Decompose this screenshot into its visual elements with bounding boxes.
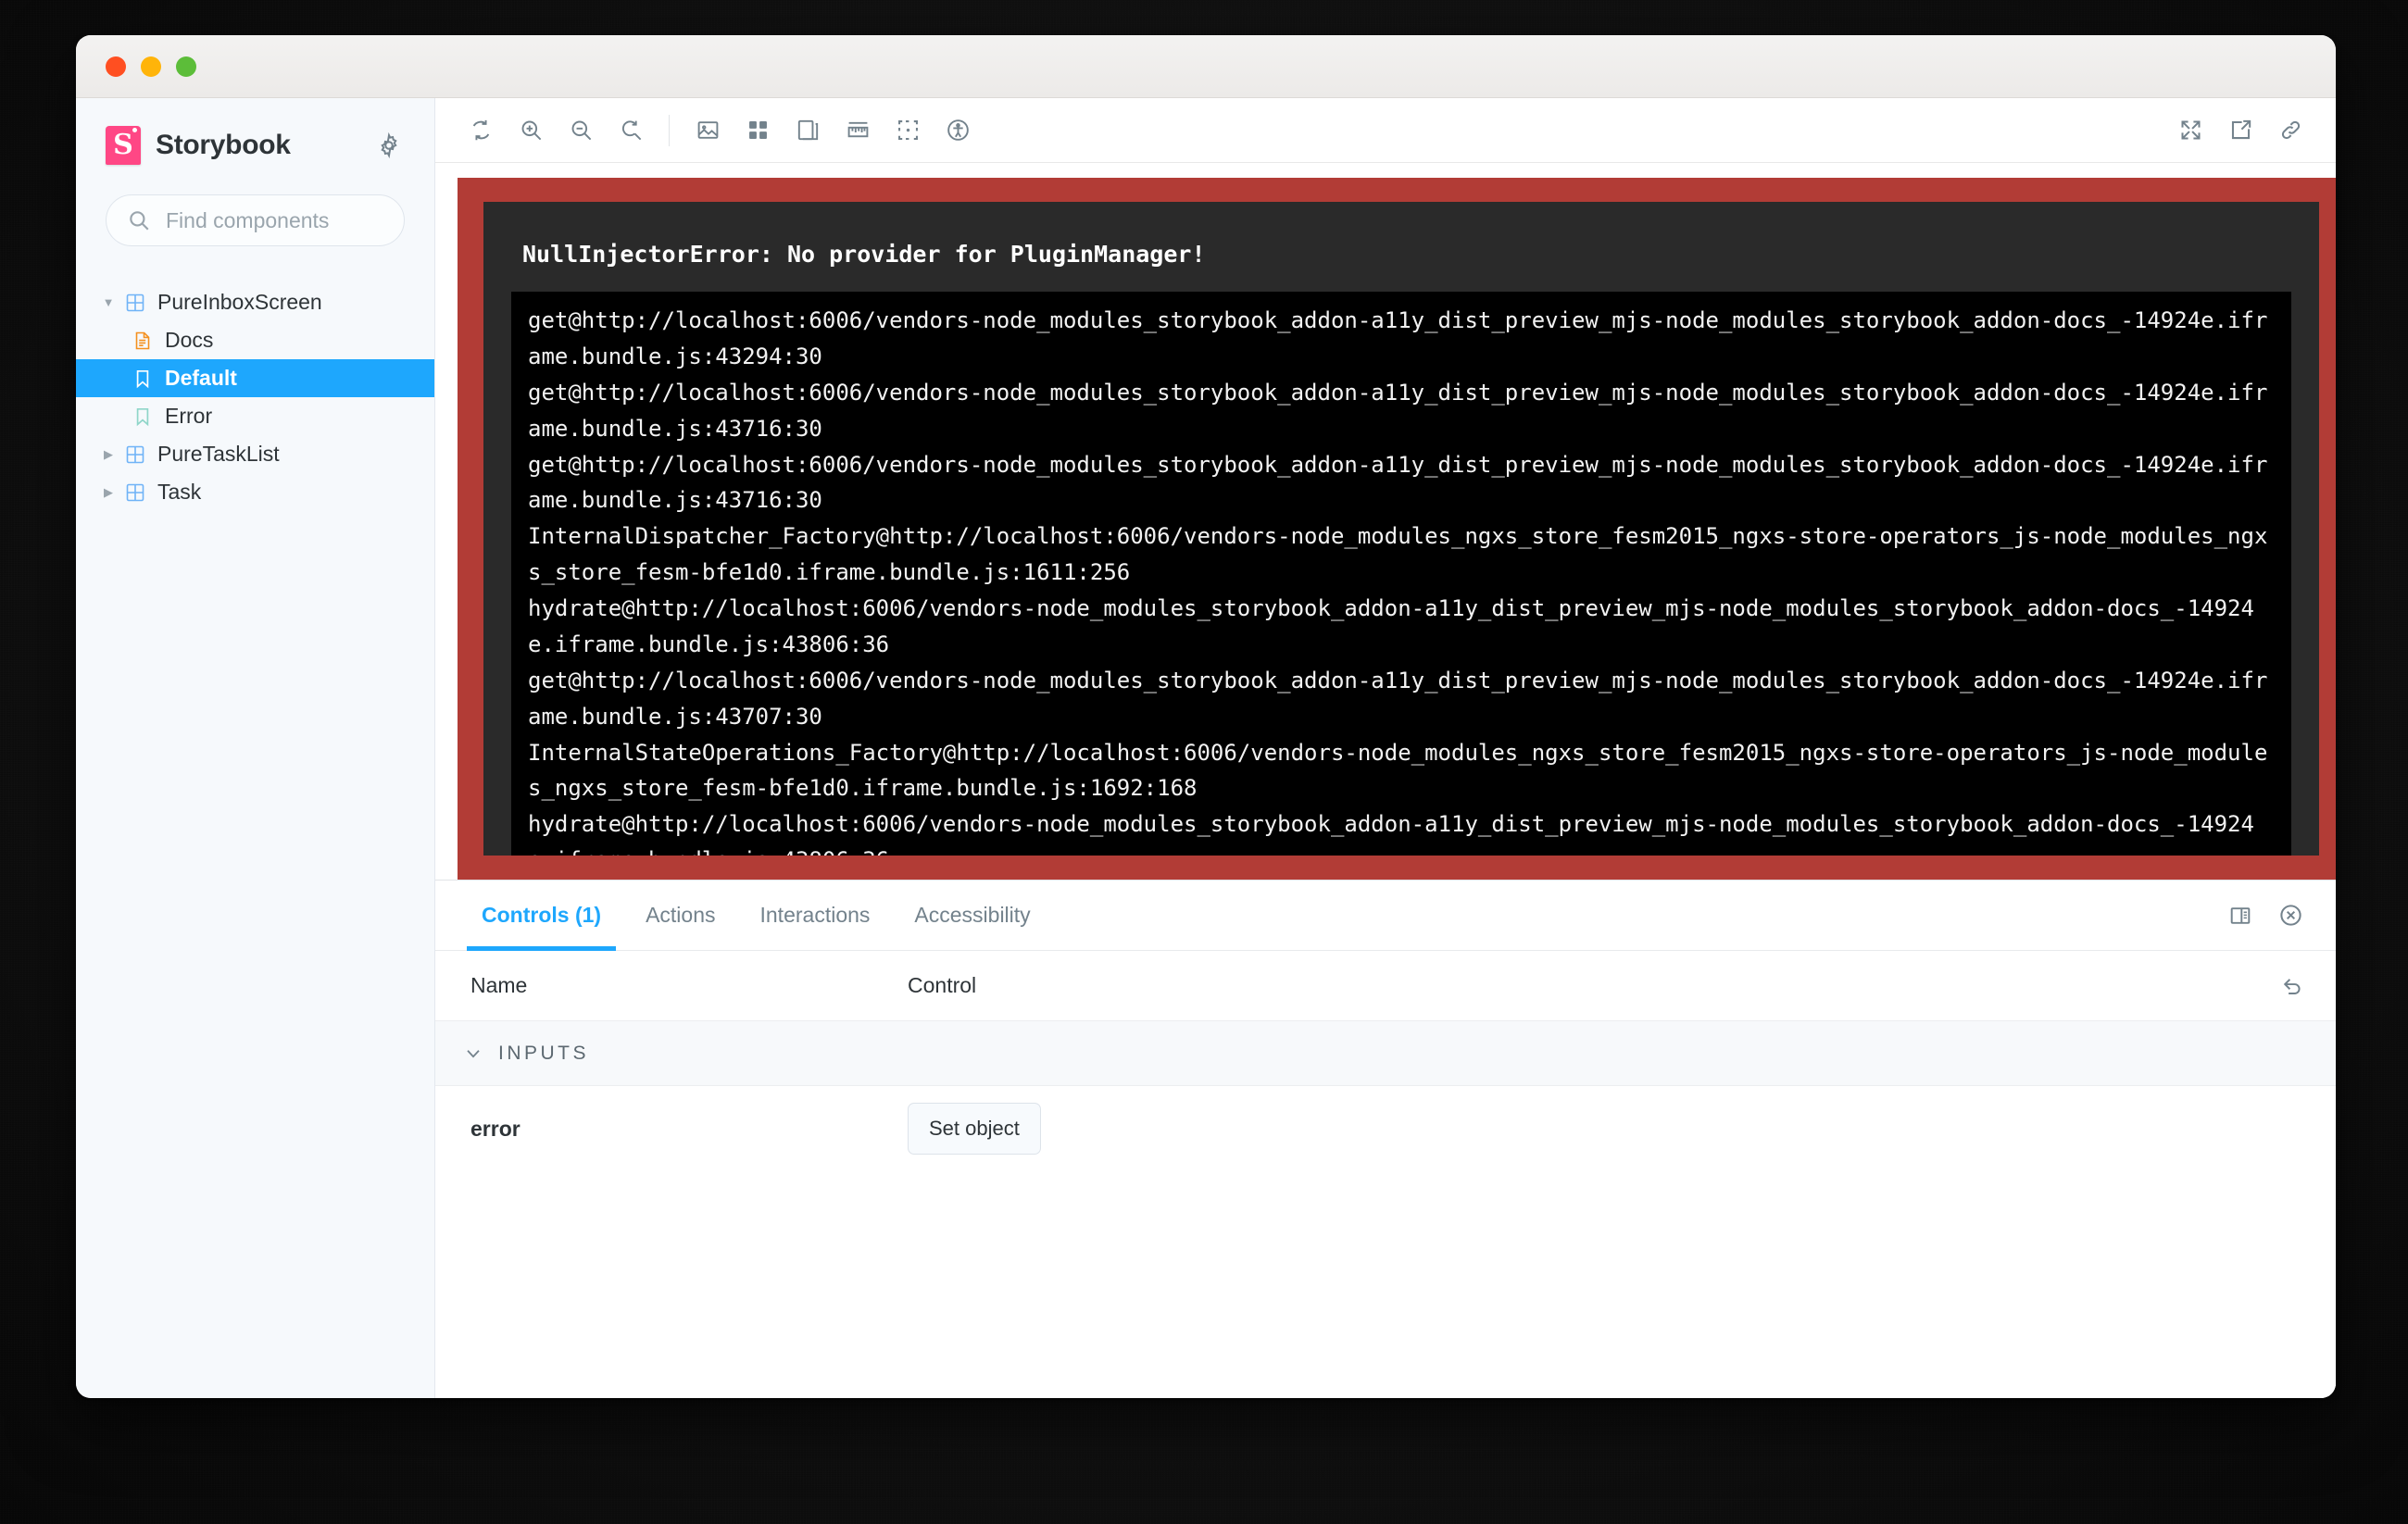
sidebar-item-label: Task [157, 480, 202, 504]
tabs-spacer [1053, 881, 2215, 950]
copy-link-icon[interactable] [2265, 106, 2315, 156]
error-stack-trace: get@http://localhost:6006/vendors-node_m… [511, 292, 2291, 856]
component-grid-icon [120, 481, 150, 504]
addons-panel: Controls (1) Actions Interactions Accessibi… [435, 880, 2336, 1398]
sidebar-item-label: PureInboxScreen [157, 290, 322, 314]
open-new-tab-icon[interactable] [2215, 106, 2265, 156]
outline-icon[interactable] [883, 106, 933, 156]
error-title: NullInjectorError: No provider for Plugi… [522, 241, 1206, 268]
viewport-icon[interactable] [783, 106, 833, 156]
controls-group-inputs[interactable]: INPUTS [435, 1021, 2336, 1086]
sidebar-item-pureinboxscreen[interactable]: ▼ PureInboxScreen [76, 283, 434, 321]
sidebar-item-docs[interactable]: Docs [76, 321, 434, 359]
close-panel-icon[interactable] [2265, 881, 2315, 950]
search-box[interactable]: / [106, 194, 434, 246]
sidebar-item-default[interactable]: Default [76, 359, 434, 397]
tab-interactions[interactable]: Interactions [738, 881, 893, 950]
sidebar-brand-row: S Storybook [76, 109, 434, 170]
accessibility-icon[interactable] [933, 106, 983, 156]
set-object-button[interactable]: Set object [908, 1103, 1041, 1155]
control-name: error [470, 1116, 520, 1141]
sidebar-item-puretasklist[interactable]: ▶ PureTaskList [76, 435, 434, 473]
addons-tabs: Controls (1) Actions Interactions Accessibi… [435, 881, 2336, 951]
toolbar-divider [669, 114, 670, 146]
grid-icon[interactable] [733, 106, 783, 156]
search-input[interactable] [164, 206, 434, 234]
controls-empty-space [435, 1171, 2336, 1398]
sidebar-item-label: Error [165, 404, 213, 428]
chevron-right-icon[interactable]: ▶ [96, 447, 120, 462]
column-header-control: Control [908, 973, 977, 997]
preview-toolbar [435, 98, 2336, 163]
chevron-down-icon [463, 1043, 483, 1064]
error-panel: NullInjectorError: No provider for Plugi… [458, 178, 2336, 880]
sidebar-item-label: Default [165, 366, 237, 390]
group-label: INPUTS [498, 1042, 590, 1064]
chevron-right-icon[interactable]: ▶ [96, 485, 120, 500]
docs-page-icon [128, 330, 157, 352]
tab-controls-1[interactable]: Controls (1) [459, 881, 623, 951]
sidebar-item-error[interactable]: Error [76, 397, 434, 435]
story-bookmark-icon [128, 368, 157, 390]
zoom-in-icon[interactable] [506, 106, 556, 156]
window-titlebar [76, 35, 2336, 98]
brand-title: Storybook [156, 130, 291, 160]
desktop-backdrop: S Storybook Find components ▼ PureInboxS… [0, 0, 2408, 1524]
storybook-logo-icon: S [106, 126, 141, 165]
sidebar-item-label: Docs [165, 328, 214, 352]
column-header-name: Name [470, 973, 528, 997]
search-icon [127, 208, 151, 232]
controls-table-header: Name Control [435, 951, 2336, 1021]
sidebar: S Storybook Find components ▼ PureInboxS… [76, 98, 435, 1398]
close-window-button[interactable] [106, 56, 126, 77]
error-panel-inner: NullInjectorError: No provider for Plugi… [483, 202, 2319, 856]
sidebar-item-task[interactable]: ▶ Task [76, 473, 434, 511]
reset-controls-icon[interactable] [2269, 963, 2315, 1009]
window-body: S Storybook Find components ▼ PureInboxS… [76, 98, 2336, 1398]
remount-icon[interactable] [456, 106, 506, 156]
control-row-error: error Set object [435, 1086, 2336, 1171]
zoom-reset-icon[interactable] [606, 106, 656, 156]
fullscreen-icon[interactable] [2165, 106, 2215, 156]
component-grid-icon [120, 292, 150, 314]
minimize-window-button[interactable] [141, 56, 161, 77]
preview-canvas: NullInjectorError: No provider for Plugi… [435, 163, 2336, 880]
story-tree: ▼ PureInboxScreen Docs Default Error ▶ PureTas… [76, 283, 434, 511]
main-area: NullInjectorError: No provider for Plugi… [435, 98, 2336, 1398]
sidebar-item-label: PureTaskList [157, 442, 280, 466]
zoom-window-button[interactable] [176, 56, 196, 77]
story-bookmark-icon [128, 406, 157, 428]
browser-window: S Storybook Find components ▼ PureInboxS… [76, 35, 2336, 1398]
zoom-out-icon[interactable] [556, 106, 606, 156]
gear-icon[interactable] [373, 130, 405, 161]
component-grid-icon [120, 443, 150, 466]
measure-ruler-icon[interactable] [833, 106, 883, 156]
panel-position-icon[interactable] [2215, 881, 2265, 950]
chevron-down-icon[interactable]: ▼ [96, 295, 120, 309]
tab-accessibility[interactable]: Accessibility [892, 881, 1052, 950]
tab-actions[interactable]: Actions [623, 881, 737, 950]
background-image-icon[interactable] [683, 106, 733, 156]
